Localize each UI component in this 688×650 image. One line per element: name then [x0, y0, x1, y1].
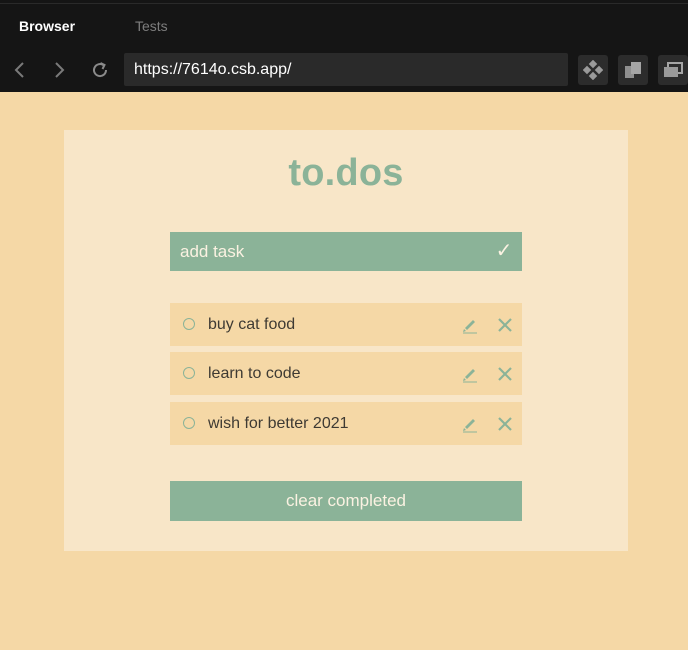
todo-item: wish for better 2021	[170, 402, 522, 445]
chrome-divider	[0, 3, 688, 4]
chevron-right-icon	[55, 62, 65, 78]
add-task-bar: ✓	[170, 232, 522, 271]
tab-tests[interactable]: Tests	[135, 18, 168, 34]
codesandbox-button[interactable]	[578, 55, 608, 85]
todo-text: buy cat food	[208, 316, 296, 333]
url-bar[interactable]: https://7614o.csb.app/	[124, 53, 568, 86]
pencil-icon[interactable]	[461, 365, 479, 383]
pencil-icon[interactable]	[461, 415, 479, 433]
reload-button[interactable]	[88, 58, 112, 82]
pencil-icon[interactable]	[461, 316, 479, 334]
chevron-left-icon	[14, 62, 24, 78]
add-task-input[interactable]	[170, 232, 480, 271]
forward-button[interactable]	[47, 58, 71, 82]
open-new-window-button[interactable]	[618, 55, 648, 85]
todo-checkbox[interactable]	[183, 318, 195, 330]
clear-completed-button[interactable]: clear completed	[170, 481, 522, 521]
todo-item: buy cat food	[170, 303, 522, 346]
back-button[interactable]	[8, 58, 32, 82]
todo-text: learn to code	[208, 365, 301, 382]
window-stack-button[interactable]	[658, 55, 688, 85]
todo-text: wish for better 2021	[208, 415, 349, 432]
todo-checkbox[interactable]	[183, 367, 195, 379]
app-title: to.dos	[288, 152, 404, 194]
reload-icon	[93, 62, 108, 78]
window-stack-icon	[664, 62, 683, 77]
close-icon[interactable]	[496, 316, 514, 334]
todo-card: to.dos ✓ buy cat food learn to code	[64, 130, 628, 551]
todo-item: learn to code	[170, 352, 522, 395]
todo-checkbox[interactable]	[183, 417, 195, 429]
check-icon[interactable]: ✓	[494, 239, 514, 263]
open-in-new-window-icon	[625, 62, 641, 78]
close-icon[interactable]	[496, 365, 514, 383]
tab-browser[interactable]: Browser	[19, 18, 75, 34]
codesandbox-icon	[583, 60, 603, 80]
close-icon[interactable]	[496, 415, 514, 433]
browser-chrome: Browser Tests https://7614o.csb.app/	[0, 0, 688, 92]
